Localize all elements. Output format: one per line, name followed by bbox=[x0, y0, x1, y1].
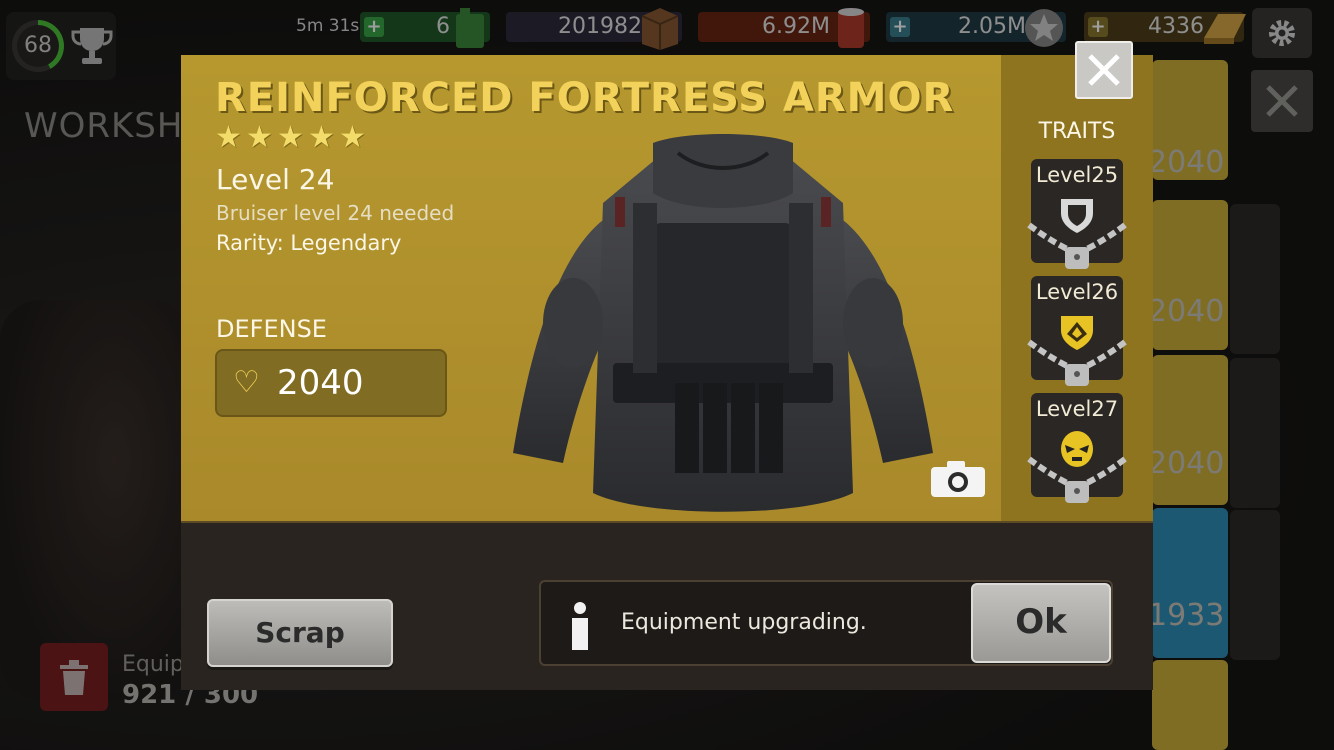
status-message: Equipment upgrading. bbox=[621, 610, 867, 635]
stat-label: DEFENSE bbox=[216, 315, 327, 343]
defense-value: 2040 bbox=[277, 363, 364, 403]
star-icon: ★ bbox=[308, 120, 335, 155]
chain-lock-icon bbox=[1027, 339, 1127, 386]
ok-button[interactable]: Ok bbox=[971, 583, 1111, 663]
chain-lock-icon bbox=[1027, 456, 1127, 503]
star-icon: ★ bbox=[339, 120, 366, 155]
star-icon: ★ bbox=[215, 120, 242, 155]
item-rarity: Rarity: Legendary bbox=[216, 231, 402, 255]
level-requirement: Bruiser level 24 needed bbox=[216, 201, 455, 225]
action-bar: Scrap Equipment upgrading. Ok bbox=[181, 521, 1153, 690]
trait-level: Level27 bbox=[1035, 397, 1119, 421]
trait-slot-level26[interactable]: Level26 bbox=[1027, 276, 1127, 386]
item-detail-modal: REINFORCED FORTRESS ARMOR ★ ★ ★ ★ ★ Level 24… bbox=[181, 41, 1153, 690]
star-icon: ★ bbox=[246, 120, 273, 155]
close-modal-button[interactable] bbox=[1075, 41, 1133, 99]
info-icon bbox=[572, 602, 588, 650]
defense-stat-box: ♡ 2040 bbox=[215, 349, 447, 417]
trait-slot-level27[interactable]: Level27 bbox=[1027, 393, 1127, 503]
armor-vest-image bbox=[513, 134, 933, 512]
close-icon bbox=[1088, 54, 1120, 86]
scrap-button[interactable]: Scrap bbox=[207, 599, 393, 667]
camera-icon[interactable] bbox=[929, 459, 987, 499]
trait-level: Level25 bbox=[1035, 163, 1119, 187]
heart-icon: ♡ bbox=[233, 365, 260, 400]
star-icon: ★ bbox=[277, 120, 304, 155]
trait-level: Level26 bbox=[1035, 280, 1119, 304]
traits-title: TRAITS bbox=[1038, 119, 1116, 144]
rarity-stars: ★ ★ ★ ★ ★ bbox=[215, 123, 370, 153]
trait-slot-level25[interactable]: Level25 bbox=[1027, 159, 1127, 269]
chain-lock-icon bbox=[1027, 222, 1127, 269]
item-name: REINFORCED FORTRESS ARMOR bbox=[215, 75, 955, 121]
item-level: Level 24 bbox=[216, 163, 335, 196]
